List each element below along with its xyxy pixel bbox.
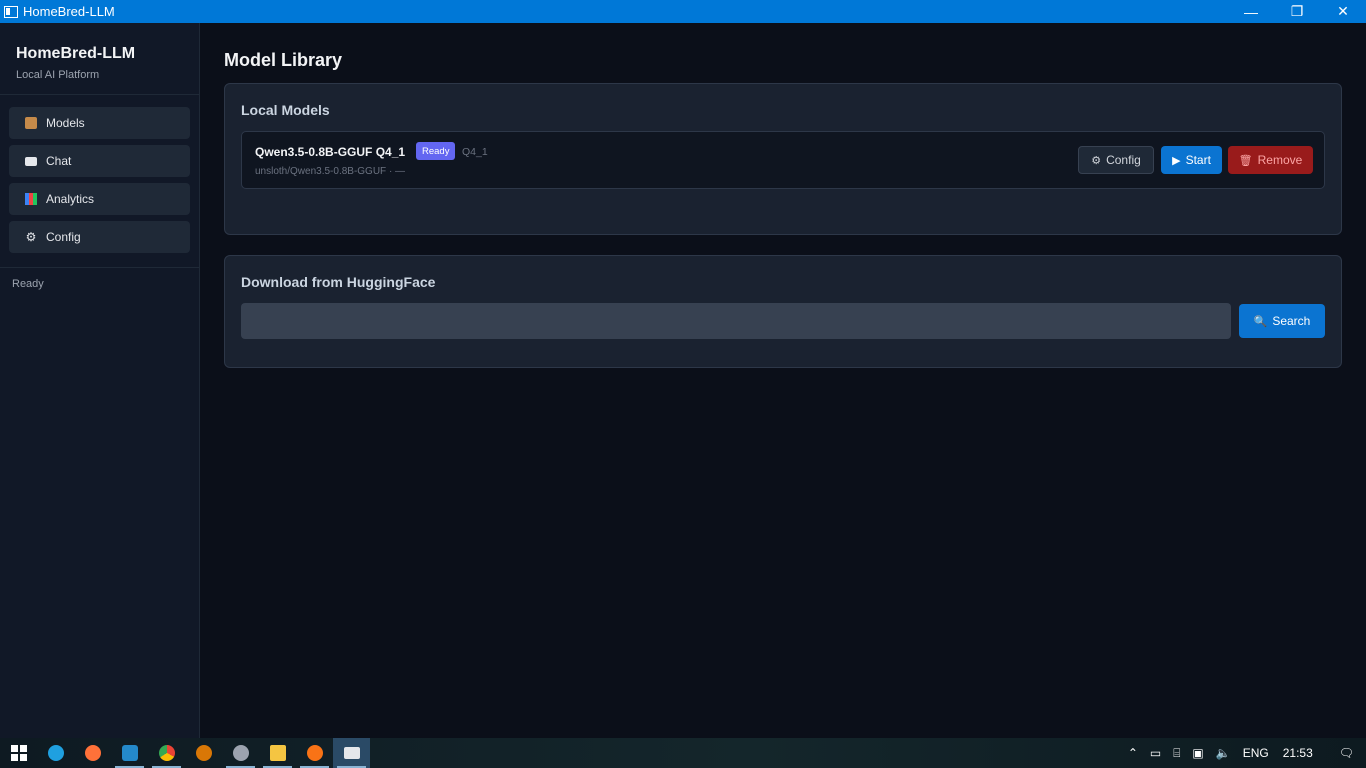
close-button[interactable]: ✕ [1320,0,1366,23]
config-button[interactable]: ⚙ Config [1078,146,1154,174]
brand-subtitle: Local AI Platform [16,69,100,81]
sidebar-item-analytics[interactable]: Analytics [9,183,190,215]
sidebar-item-label: Analytics [46,192,95,206]
start-button-windows[interactable] [0,738,37,768]
sidebar-item-label: Models [46,116,85,130]
model-card: Qwen3.5-0.8B-GGUF Q4_1 Ready Q4_1 unslot… [241,131,1325,189]
taskbar: ⌃ ▭ ⌸ ▣ 🔈 ENG 21:53 🗨 [0,738,1366,768]
search-button[interactable]: 🔍 Search [1239,304,1325,338]
volume-icon[interactable]: 🔈 [1210,738,1237,768]
brand: HomeBred-LLM Local AI Platform [0,23,199,95]
taskbar-chrome[interactable] [148,738,185,768]
chart-icon [25,193,37,205]
gear-icon: ⚙ [1091,154,1102,167]
model-name: Qwen3.5-0.8B-GGUF Q4_1 [255,145,406,159]
taskbar-explorer[interactable] [259,738,296,768]
sidebar-item-label: Config [46,230,81,244]
quant-label: Q4_1 [462,146,488,158]
status-badge: Ready [416,142,456,160]
trash-icon: 🗑 [1238,154,1253,167]
brand-name: HomeBred-LLM [16,45,136,62]
start-button[interactable]: ▶ Start [1161,146,1222,174]
sidebar-nav: Models Chat Analytics ⚙ Config [0,95,199,268]
status-text: Ready [12,278,44,290]
taskbar-homebred[interactable] [333,738,370,768]
chrome-icon [158,745,175,761]
start-button-label: Start [1185,153,1211,167]
sidebar-item-chat[interactable]: Chat [9,145,190,177]
vscode-icon [121,745,138,761]
search-icon: 🔍 [1253,315,1268,328]
sidebar: HomeBred-LLM Local AI Platform Models Ch… [0,23,200,738]
windows-icon [10,745,27,761]
remove-button-label: Remove [1257,153,1303,167]
window-controls: — ❐ ✕ [1228,0,1366,23]
clock[interactable]: 21:53 [1275,738,1327,768]
box-icon [25,117,37,129]
sidebar-item-label: Chat [46,154,72,168]
firefox-icon [84,745,101,761]
taskbar-vscode[interactable] [111,738,148,768]
panel-title: Local Models [241,102,330,118]
remove-button[interactable]: 🗑 Remove [1228,146,1313,174]
sidebar-item-config[interactable]: ⚙ Config [9,221,190,253]
taskbar-edge[interactable] [37,738,74,768]
app-icon [232,745,249,761]
window-icon [343,747,360,759]
chevron-up-icon[interactable]: ⌃ [1122,738,1144,768]
display-icon[interactable]: ▣ [1186,738,1209,768]
download-panel: Download from HuggingFace 🔍 Search [224,255,1342,368]
main-content: Model Library Local Models Qwen3.5-0.8B-… [201,23,1366,738]
app-icon [195,745,212,761]
play-icon: ▶ [1172,154,1181,167]
system-tray: ⌃ ▭ ⌸ ▣ 🔈 ENG 21:53 🗨 [1122,738,1366,768]
app-icon [306,745,323,761]
local-models-panel: Local Models Qwen3.5-0.8B-GGUF Q4_1 Read… [224,83,1342,235]
taskbar-firefox[interactable] [74,738,111,768]
search-input[interactable] [241,303,1231,339]
chat-icon [25,156,37,166]
panel-title: Download from HuggingFace [241,274,436,290]
taskbar-app-6[interactable] [185,738,222,768]
search-button-label: Search [1272,314,1311,328]
gear-icon: ⚙ [25,230,37,244]
folder-icon [269,745,286,761]
title-bar: HomeBred-LLM — ❐ ✕ [0,0,1366,23]
app-icon [4,5,18,18]
minimize-button[interactable]: — [1228,0,1274,23]
sidebar-item-models[interactable]: Models [9,107,190,139]
taskbar-app-9[interactable] [296,738,333,768]
language-indicator[interactable]: ENG [1237,738,1275,768]
page-title: Model Library [224,50,343,70]
maximize-button[interactable]: ❐ [1274,0,1320,23]
config-button-label: Config [1106,153,1141,167]
window-title: HomeBred-LLM [23,4,115,19]
notification-icon[interactable]: 🗨 [1327,738,1366,768]
network-icon[interactable]: ⌸ [1167,738,1186,768]
taskbar-app-7[interactable] [222,738,259,768]
battery-icon[interactable]: ▭ [1144,738,1167,768]
edge-icon [47,745,64,761]
model-path: unsloth/Qwen3.5-0.8B-GGUF · — [255,166,406,177]
